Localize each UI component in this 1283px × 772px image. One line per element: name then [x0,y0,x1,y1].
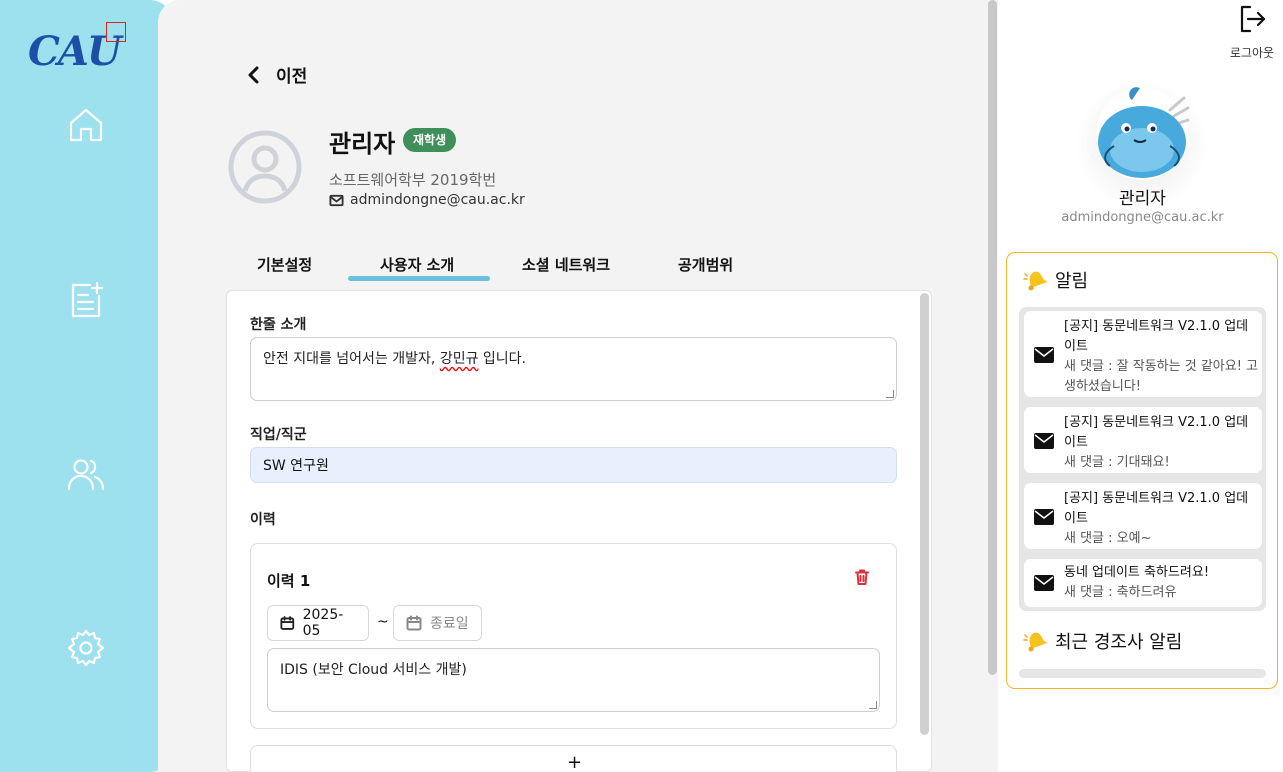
profile-email-text: admindongne@cau.ac.kr [350,192,525,208]
mail-icon [1034,433,1054,449]
notification-title: 동네 업데이트 축하드려요! [1064,565,1210,580]
avatar-placeholder-icon [228,130,302,204]
notification-comment: 새 댓글 : 축하드려유 [1064,585,1177,600]
notification-title: [공지] 동문네트워크 V2.1.0 업데이트 [1064,491,1249,526]
mail-icon [1034,575,1054,591]
notification-title: [공지] 동문네트워크 V2.1.0 업데이트 [1064,415,1249,450]
back-label: 이전 [276,67,308,87]
notifications-list: [공지] 동문네트워크 V2.1.0 업데이트새 댓글 : 잘 작동하는 것 같… [1019,307,1266,611]
recent-events-list [1019,669,1266,678]
card-scrollbar[interactable] [920,293,929,735]
mail-icon [1034,509,1054,525]
mail-outline-icon [329,194,344,206]
users-icon[interactable] [66,455,106,495]
start-date-button[interactable]: 2025-05 [267,605,369,641]
delete-career-button[interactable] [853,568,871,586]
career-description-value: IDIS (보안 Cloud 서비스 개발) [280,662,467,678]
notification-item[interactable]: 동네 업데이트 축하드려요! 새 댓글 : 축하드려유 [1024,559,1262,607]
cau-logo[interactable]: CAU [28,22,132,78]
logout-button[interactable]: 로그아웃 [1222,4,1282,61]
profile-name: 관리자 [329,130,396,158]
notification-item[interactable]: [공지] 동문네트워크 V2.1.0 업데이트새 댓글 : 잘 작동하는 것 같… [1024,311,1262,397]
post-add-icon[interactable] [66,280,106,320]
job-input[interactable]: SW 연구원 [250,447,897,483]
plus-icon: + [567,752,583,772]
recent-events-header: 최근 경조사 알림 [1023,628,1182,654]
user-email: admindongne@cau.ac.kr [1061,210,1224,225]
back-button[interactable]: 이전 [244,62,307,87]
notifications-header: 알림 [1023,267,1088,293]
end-date-button[interactable]: 종료일 [393,605,482,641]
notification-comment: 새 댓글 : 잘 작동하는 것 같아요! 고생하셨습니다! [1064,359,1258,394]
profile-tabs: 기본설정 사용자 소개 소셜 네트워크 공개범위 [226,250,932,284]
career-entry: 이력 1 2025-05 ~ 종료일 IDIS (보안 Cloud 서비스 개발… [250,543,897,729]
notification-item[interactable]: [공지] 동문네트워크 V2.1.0 업데이트새 댓글 : 기대돼요! [1024,407,1262,473]
resize-handle[interactable] [886,390,894,398]
job-label: 직업/직군 [250,427,307,443]
status-badge: 재학생 [403,128,457,152]
intro-text-prefix: 안전 지대를 넘어서는 개발자, [263,351,440,367]
calendar-icon [280,616,295,630]
career-label: 이력 [250,512,276,528]
mail-icon [1034,347,1054,363]
resize-handle[interactable] [869,701,877,709]
trash-icon [855,569,869,585]
notifications-panel: 알림 [공지] 동문네트워크 V2.1.0 업데이트새 댓글 : 잘 작동하는 … [1006,252,1278,689]
notifications-title: 알림 [1055,271,1089,292]
logo-marker [106,22,126,42]
bell-icon [1023,271,1047,291]
bell-icon [1023,632,1047,652]
chevron-left-icon [248,66,259,83]
logout-icon [1240,5,1266,33]
home-icon[interactable] [66,105,106,145]
add-career-button[interactable]: + [250,745,897,772]
notification-comment: 새 댓글 : 오예~ [1064,531,1152,546]
date-separator: ~ [377,614,389,630]
tab-basic-settings[interactable]: 기본설정 [257,254,312,275]
end-date-placeholder: 종료일 [430,616,469,632]
calendar-icon [406,615,422,631]
intro-label: 한줄 소개 [250,317,307,333]
recent-events-title: 최근 경조사 알림 [1055,632,1183,653]
notification-item[interactable]: [공지] 동문네트워크 V2.1.0 업데이트새 댓글 : 오예~ [1024,483,1262,549]
intro-text-name: 강민규 [439,351,479,367]
sidebar: CAU [0,0,172,772]
notification-comment: 새 댓글 : 기대돼요! [1064,455,1170,470]
notification-title: [공지] 동문네트워크 V2.1.0 업데이트 [1064,319,1249,354]
user-name: 관리자 [1119,189,1166,209]
active-tab-indicator [348,276,490,281]
career-entry-title: 이력 1 [267,572,311,590]
intro-text-suffix: 입니다. [478,351,526,367]
job-input-value: SW 연구원 [263,458,329,474]
start-date-value: 2025-05 [302,607,344,639]
profile-department: 소프트웨어학부 2019학번 [329,171,497,189]
career-description-textarea[interactable]: IDIS (보안 Cloud 서비스 개발) [267,648,880,712]
intro-textarea[interactable]: 안전 지대를 넘어서는 개발자, 강민규 입니다. [250,337,897,401]
logout-label: 로그아웃 [1229,46,1275,60]
tab-social-network[interactable]: 소셜 네트워크 [522,254,610,275]
settings-icon[interactable] [66,628,106,668]
tab-user-intro[interactable]: 사용자 소개 [380,254,454,275]
tab-visibility[interactable]: 공개범위 [678,254,733,275]
profile-email: admindongne@cau.ac.kr [329,192,525,208]
main-scrollbar[interactable] [988,0,997,675]
